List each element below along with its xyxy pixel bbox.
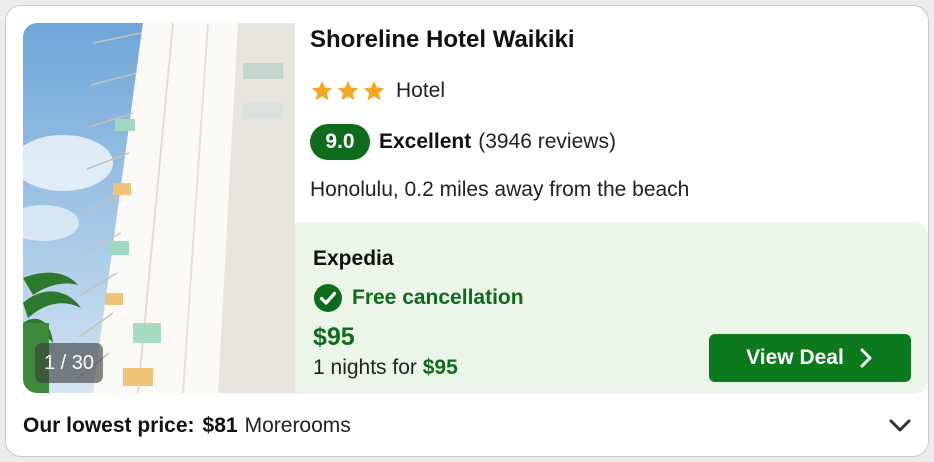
expand-toggle[interactable] xyxy=(884,410,916,442)
hotel-photo[interactable]: 1 / 30 xyxy=(23,23,295,393)
score-badge: 9.0 xyxy=(310,124,370,160)
chevron-down-icon xyxy=(889,419,911,432)
more-rooms-label: Morerooms xyxy=(244,414,351,437)
rating-row: 9.0 Excellent (3946 reviews) xyxy=(310,124,616,160)
deal-provider: Expedia xyxy=(313,247,394,270)
deal-panel: Expedia Free cancellation $95 1 nights f… xyxy=(295,222,928,394)
nights-price: $95 xyxy=(422,356,458,379)
score-label: Excellent xyxy=(379,130,472,153)
hotel-type: Hotel xyxy=(396,79,446,102)
star-icon xyxy=(363,80,385,101)
hotel-location: Honolulu, 0.2 miles away from the beach xyxy=(310,178,690,201)
star-icon xyxy=(337,80,359,101)
star-rating xyxy=(310,79,386,103)
lowest-price-value: $81 xyxy=(202,414,238,437)
nights-prefix: 1 nights for xyxy=(313,356,417,379)
photo-counter: 1 / 30 xyxy=(35,343,104,383)
nights-summary: 1 nights for $95 xyxy=(313,356,458,380)
hotel-class-row: Hotel xyxy=(310,76,445,106)
chevron-right-icon xyxy=(860,348,872,368)
view-deal-label: View Deal xyxy=(746,346,844,369)
lowest-price-label: Our lowest price: xyxy=(23,414,195,437)
free-cancellation-row: Free cancellation xyxy=(313,283,524,313)
lowest-price-row[interactable]: Our lowest price: $81 Morerooms xyxy=(23,411,351,441)
deal-price: $95 xyxy=(313,323,355,351)
hotel-card: 1 / 30 Shoreline Hotel Waikiki Hotel 9.0… xyxy=(5,5,929,457)
view-deal-button[interactable]: View Deal xyxy=(709,334,911,382)
hotel-photo-image xyxy=(23,23,295,393)
review-count: (3946 reviews) xyxy=(478,130,616,153)
hotel-name[interactable]: Shoreline Hotel Waikiki xyxy=(310,26,575,54)
star-icon xyxy=(311,80,333,101)
check-circle-icon xyxy=(314,284,342,312)
free-cancellation-label: Free cancellation xyxy=(352,286,524,309)
